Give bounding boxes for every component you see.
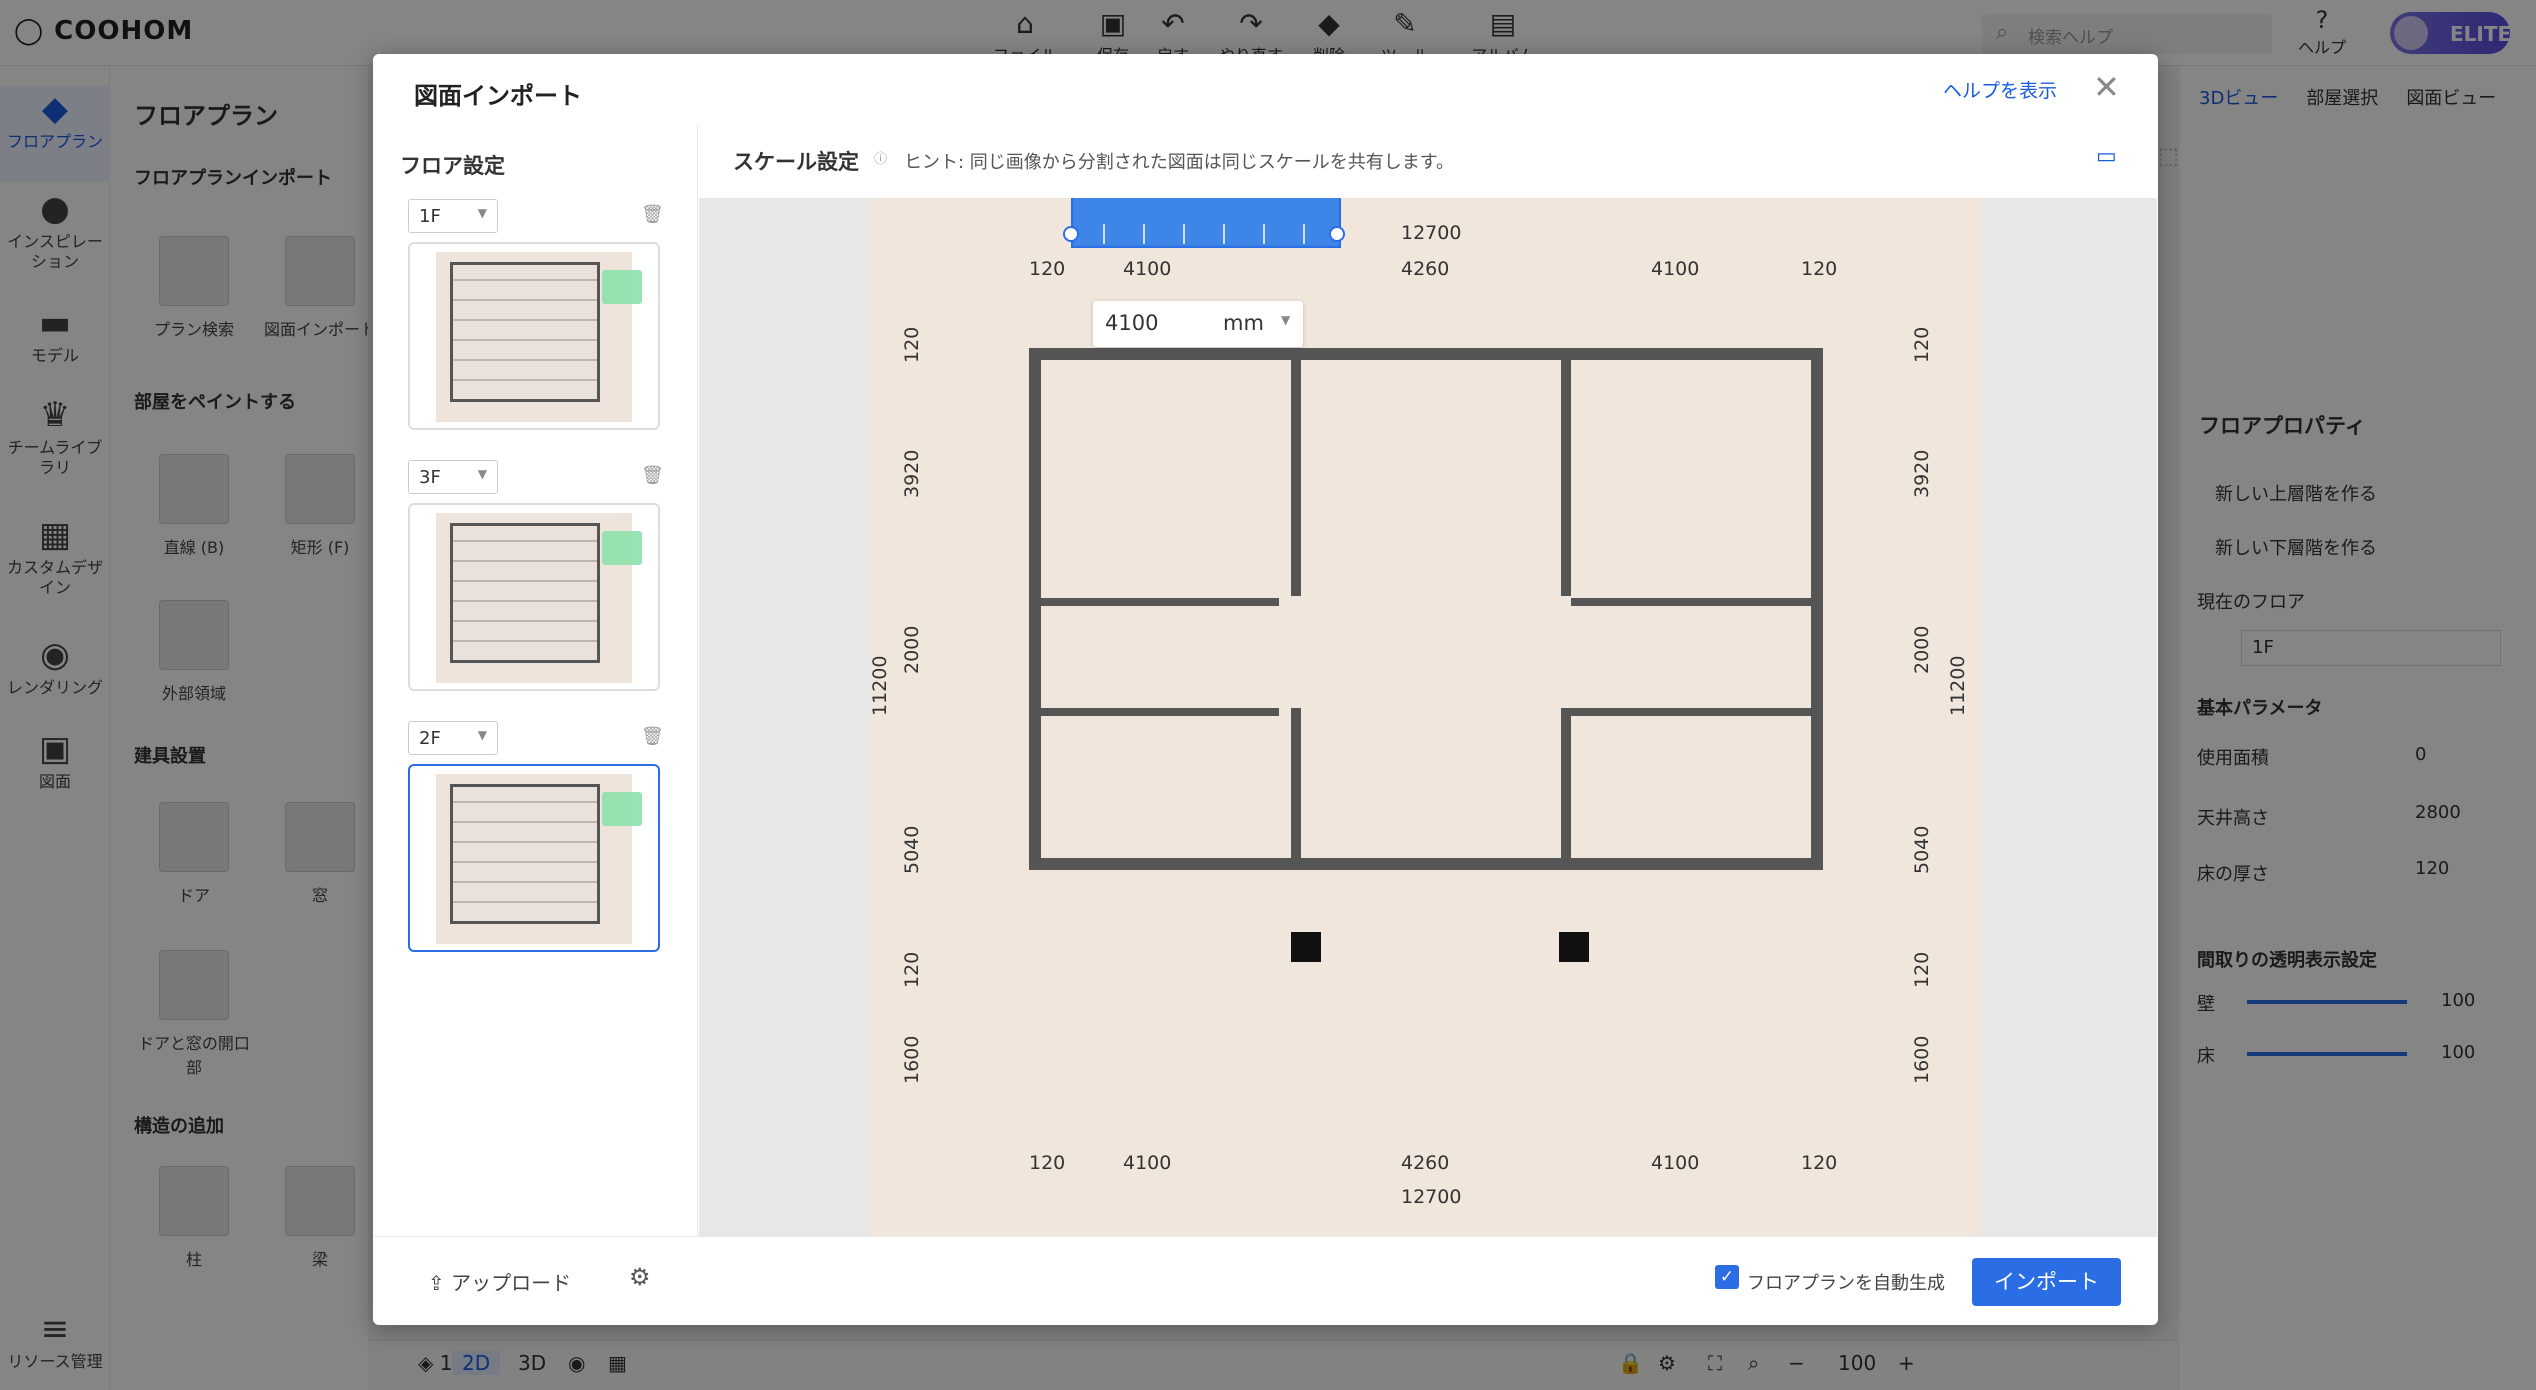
scale-length-input[interactable]: 4100 mm ▼ — [1093, 301, 1303, 347]
chevron-down-icon: ▼ — [477, 467, 487, 481]
wall — [1561, 348, 1571, 596]
wall — [1291, 708, 1301, 870]
ruler-tick — [1103, 224, 1105, 244]
floor-select-3[interactable]: 2F ▼ — [408, 721, 498, 755]
import-dialog: 図面インポート ヘルプを表示 ✕ フロア設定 1F ▼ 🗑 3F ▼ 🗑 2F ▼ 🗑… — [373, 54, 2179, 1325]
close-icon[interactable]: ✕ — [2093, 68, 2120, 106]
upload-icon: ⇪ — [428, 1271, 452, 1295]
floor-settings-panel: フロア設定 1F ▼ 🗑 3F ▼ 🗑 2F ▼ 🗑 — [373, 124, 698, 1236]
dim-top-total: 12700 — [1401, 222, 1462, 244]
dim-right-6: 1600 — [1911, 1035, 1933, 1084]
dim-left-4: 5040 — [901, 825, 923, 874]
dialog-title: 図面インポート — [414, 82, 582, 110]
floor-thumbnail-3[interactable] — [408, 764, 660, 952]
ruler-tick — [1143, 224, 1145, 244]
wall — [1029, 708, 1279, 716]
ruler-start-handle[interactable] — [1063, 226, 1079, 242]
dim-right-4: 5040 — [1911, 825, 1933, 874]
app-root: ◯ COOHOM ⌂ファイル ▣保存 ↶戻す ↷やり直す ◆削除 ✎ツール ▤ア… — [0, 0, 2536, 1390]
ruler-tick — [1263, 224, 1265, 244]
chevron-down-icon: ▼ — [477, 206, 487, 220]
plan-preview — [450, 784, 600, 924]
dim-bottom-3: 4260 — [1401, 1152, 1450, 1174]
dim-top-4: 4100 — [1651, 258, 1700, 280]
ruler-tick — [1223, 224, 1225, 244]
ruler-end-handle[interactable] — [1329, 226, 1345, 242]
info-icon: ⓘ — [874, 152, 888, 167]
dim-left-2: 3920 — [901, 449, 923, 498]
wall — [1571, 598, 1821, 606]
dim-left-5: 120 — [901, 951, 923, 988]
wall — [1029, 858, 1823, 870]
gear-icon[interactable]: ⚙ — [629, 1263, 651, 1291]
dim-right-total: 11200 — [1947, 655, 1969, 716]
ruler-tool-icon[interactable]: ▭ — [2096, 144, 2117, 169]
dim-top-2: 4100 — [1123, 258, 1172, 280]
wall — [1561, 708, 1571, 870]
import-button[interactable]: インポート — [1972, 1258, 2121, 1306]
scale-hint: ヒント: 同じ画像から分割された図面は同じスケールを共有します。 — [904, 152, 1454, 173]
help-link[interactable]: ヘルプを表示 — [1943, 76, 2057, 103]
floor-thumbnail-1[interactable] — [408, 242, 660, 430]
dialog-footer: ⇪ アップロード ⚙ ✓ フロアプランを自動生成 インポート — [373, 1236, 2158, 1325]
crop-tool-icon[interactable]: ⬚ — [2158, 144, 2179, 169]
dim-top-5: 120 — [1801, 258, 1838, 280]
chevron-down-icon[interactable]: ▼ — [1281, 313, 1290, 327]
dim-bottom-1: 120 — [1029, 1152, 1066, 1174]
scale-tag-icon — [602, 270, 642, 304]
floor-settings-title: フロア設定 — [400, 154, 505, 178]
dim-bottom-total: 12700 — [1401, 1186, 1462, 1208]
trash-icon[interactable]: 🗑 — [641, 204, 664, 225]
scale-tag-icon — [602, 792, 642, 826]
blueprint-image: 120 4100 4260 4100 120 12700 120 4100 42… — [869, 198, 1981, 1236]
dim-right-5: 120 — [1911, 951, 1933, 988]
plan-preview — [450, 262, 600, 402]
ruler-tick — [1303, 224, 1305, 244]
dim-top-3: 4260 — [1401, 258, 1450, 280]
dim-bottom-4: 4100 — [1651, 1152, 1700, 1174]
dim-right-2: 3920 — [1911, 449, 1933, 498]
wall — [1029, 348, 1041, 870]
dim-left-3: 2000 — [901, 625, 923, 674]
wall — [1029, 598, 1279, 606]
trash-icon[interactable]: 🗑 — [641, 465, 664, 486]
floor-thumbnail-2[interactable] — [408, 503, 660, 691]
dim-bottom-5: 120 — [1801, 1152, 1838, 1174]
dim-left-total: 11200 — [869, 655, 891, 716]
scale-ruler-handle[interactable] — [1071, 198, 1341, 248]
pillar — [1291, 932, 1321, 962]
scale-tag-icon — [602, 531, 642, 565]
auto-generate-checkbox[interactable]: ✓ — [1715, 1265, 1739, 1289]
wall — [1029, 348, 1823, 360]
floor-select-1[interactable]: 1F ▼ — [408, 199, 498, 233]
wall — [1811, 348, 1823, 870]
auto-generate-label[interactable]: フロアプランを自動生成 — [1747, 1269, 1945, 1295]
scale-settings-panel: スケール設定 ⓘ ヒント: 同じ画像から分割された図面は同じスケールを共有します… — [698, 124, 2179, 1236]
dim-right-1: 120 — [1911, 326, 1933, 363]
wall — [1291, 348, 1301, 596]
length-unit[interactable]: mm — [1223, 311, 1264, 335]
trash-icon[interactable]: 🗑 — [641, 726, 664, 747]
blueprint-viewer[interactable]: 120 4100 4260 4100 120 12700 120 4100 42… — [699, 198, 2157, 1236]
scale-title: スケール設定 — [733, 150, 859, 174]
dim-left-6: 1600 — [901, 1035, 923, 1084]
dim-left-1: 120 — [901, 326, 923, 363]
chevron-down-icon: ▼ — [477, 728, 487, 742]
dim-top-1: 120 — [1029, 258, 1066, 280]
floor-select-2[interactable]: 3F ▼ — [408, 460, 498, 494]
dim-bottom-2: 4100 — [1123, 1152, 1172, 1174]
pillar — [1559, 932, 1589, 962]
length-value[interactable]: 4100 — [1105, 311, 1158, 335]
plan-preview — [450, 523, 600, 663]
ruler-tick — [1183, 224, 1185, 244]
dim-right-3: 2000 — [1911, 625, 1933, 674]
wall — [1571, 708, 1821, 716]
upload-button[interactable]: ⇪ アップロード — [428, 1267, 571, 1296]
